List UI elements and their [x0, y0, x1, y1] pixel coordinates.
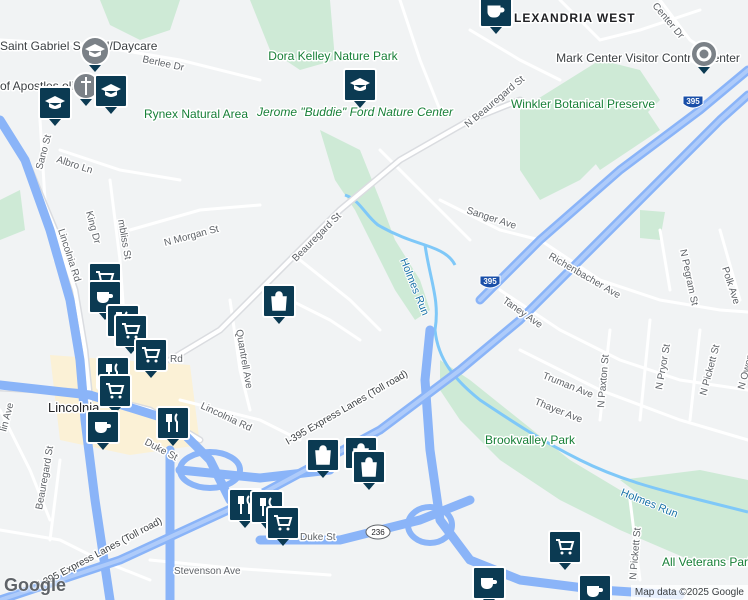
museum-icon	[350, 78, 370, 91]
pin-school-1[interactable]	[38, 86, 72, 126]
coffee-icon	[481, 578, 497, 589]
pin-school-2[interactable]	[94, 74, 128, 114]
shield-i395-b: 395	[479, 275, 501, 289]
shopping-bag-icon	[271, 291, 287, 311]
map-canvas[interactable]: Rynex Natural Area Jerome "Buddie" Ford …	[0, 0, 748, 600]
shield-i395-a: 395	[682, 95, 704, 109]
label-brookvalley: Brookvalley Park	[485, 433, 576, 447]
label-winkler: Winkler Botanical Preserve	[511, 97, 655, 111]
school-icon	[45, 96, 65, 109]
pin-school-saint-gabriel[interactable]	[80, 36, 110, 72]
map-attribution[interactable]: Map data ©2025 Google	[630, 585, 748, 600]
pin-coffee-4[interactable]	[472, 566, 506, 600]
label-rd: Rd	[170, 354, 183, 365]
school-icon	[101, 84, 121, 97]
label-duke-st-2: Duke St	[300, 532, 336, 543]
pin-shopping-1[interactable]	[262, 284, 296, 324]
pin-nature-center[interactable]	[343, 68, 377, 108]
pin-coffee-3[interactable]	[86, 410, 120, 450]
shopping-cart-icon	[142, 347, 161, 363]
pin-shopping-2[interactable]	[306, 438, 340, 478]
shopping-cart-icon	[106, 383, 125, 399]
shield-route-236: 236	[365, 524, 391, 540]
label-dora-kelley: Dora Kelley Nature Park	[268, 49, 398, 63]
pin-grocery-5[interactable]	[548, 530, 582, 570]
coffee-icon	[487, 5, 505, 18]
pin-coffee-1[interactable]	[479, 0, 513, 34]
restaurant-icon	[166, 413, 178, 432]
pin-shopping-4[interactable]	[352, 450, 386, 490]
label-rynex: Rynex Natural Area	[144, 107, 248, 121]
pin-restaurant-2[interactable]	[134, 338, 168, 378]
svg-text:236: 236	[371, 528, 385, 537]
svg-text:395: 395	[686, 97, 700, 106]
pin-restaurant-4[interactable]	[156, 406, 190, 446]
label-stevenson: Stevenson Ave	[174, 566, 241, 577]
shopping-cart-icon	[274, 515, 293, 531]
svg-text:395: 395	[483, 277, 497, 286]
coffee-icon	[95, 422, 111, 433]
pin-coffee-5[interactable]	[578, 574, 612, 600]
label-all-veterans: All Veterans Park	[662, 555, 748, 569]
google-logo: Google	[4, 575, 66, 595]
label-saint-gabriel: Saint Gabriel School/Daycare	[0, 39, 158, 53]
pin-mark-center[interactable]	[690, 40, 718, 74]
shopping-bag-icon	[361, 457, 377, 477]
label-neighborhood: ALEXANDRIA WEST	[504, 11, 635, 25]
pin-grocery-3[interactable]	[98, 374, 132, 414]
pin-grocery-4[interactable]	[266, 506, 300, 546]
shopping-bag-icon	[315, 445, 331, 465]
school-icon	[85, 44, 105, 57]
gear-icon	[696, 46, 712, 62]
coffee-icon	[587, 586, 603, 597]
shopping-cart-icon	[556, 539, 575, 555]
